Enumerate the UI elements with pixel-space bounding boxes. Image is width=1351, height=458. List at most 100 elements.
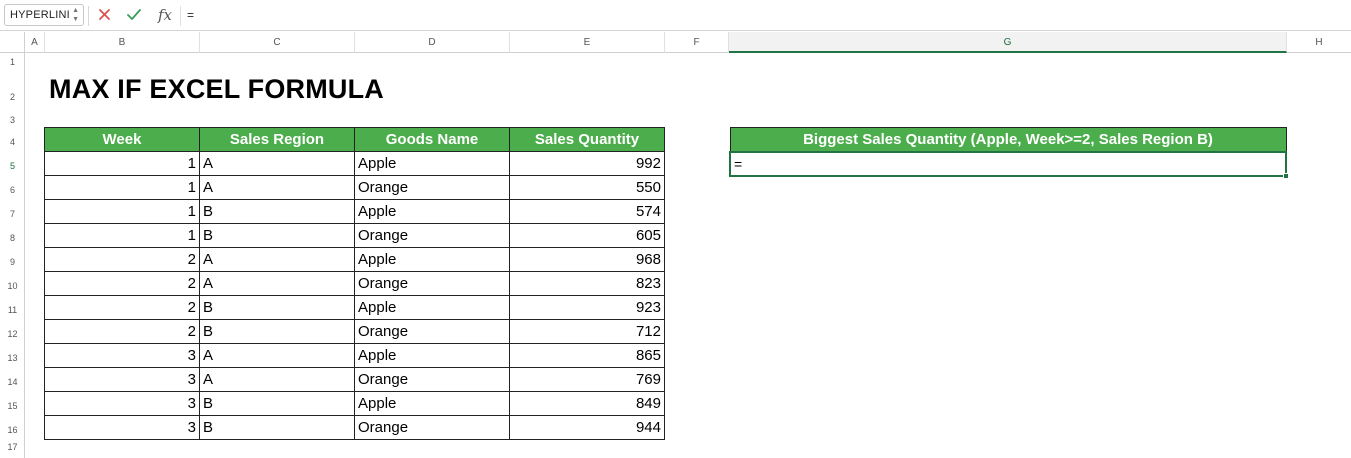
table-row: 3 A Apple 865 (44, 343, 665, 368)
row-header[interactable]: 14 (0, 377, 25, 387)
cell-week[interactable]: 2 (44, 295, 200, 320)
cell-quantity[interactable]: 574 (509, 199, 665, 224)
cell-goods[interactable]: Orange (354, 175, 510, 200)
column-header-b[interactable]: B (45, 32, 200, 53)
x-icon (99, 9, 110, 20)
fx-icon[interactable]: fx (154, 5, 176, 25)
column-header-a[interactable]: A (25, 32, 45, 53)
row-header[interactable]: 6 (0, 185, 25, 195)
cell-quantity[interactable]: 849 (509, 391, 665, 416)
name-box-stepper-icon[interactable]: ▲ ▼ (72, 6, 79, 24)
result-cell-active[interactable]: = (729, 150, 1289, 179)
row-header[interactable]: 9 (0, 257, 25, 267)
cell-goods[interactable]: Apple (354, 343, 510, 368)
row-header[interactable]: 13 (0, 353, 25, 363)
column-header-c[interactable]: C (200, 32, 355, 53)
row-header[interactable]: 2 (0, 92, 25, 102)
cell-quantity[interactable]: 865 (509, 343, 665, 368)
row-header[interactable]: 7 (0, 209, 25, 219)
check-icon (127, 9, 141, 20)
row-header[interactable]: 5 (0, 161, 25, 171)
row-header[interactable]: 8 (0, 233, 25, 243)
cell-region[interactable]: B (199, 199, 355, 224)
header-sales-quantity[interactable]: Sales Quantity (509, 127, 665, 152)
cell-region[interactable]: B (199, 319, 355, 344)
cell-region[interactable]: B (199, 415, 355, 440)
cell-week[interactable]: 2 (44, 247, 200, 272)
cell-goods[interactable]: Apple (354, 295, 510, 320)
cell-goods[interactable]: Orange (354, 319, 510, 344)
cell-week[interactable]: 3 (44, 343, 200, 368)
cell-goods[interactable]: Orange (354, 367, 510, 392)
cell-goods[interactable]: Orange (354, 223, 510, 248)
result-table: Biggest Sales Quantity (Apple, Week>=2, … (729, 127, 1289, 179)
cancel-button[interactable] (96, 5, 114, 25)
table-header-row: Week Sales Region Goods Name Sales Quant… (44, 127, 665, 152)
cell-region[interactable]: A (199, 175, 355, 200)
column-header-f[interactable]: F (665, 32, 729, 53)
column-header-g[interactable]: G (729, 32, 1287, 53)
cell-week[interactable]: 1 (44, 175, 200, 200)
cell-goods[interactable]: Apple (354, 391, 510, 416)
row-header[interactable]: 3 (0, 115, 25, 125)
table-row: 3 B Orange 944 (44, 415, 665, 440)
cell-region[interactable]: A (199, 271, 355, 296)
row-header[interactable]: 11 (0, 305, 25, 315)
cell-quantity[interactable]: 992 (509, 151, 665, 176)
cell-quantity[interactable]: 605 (509, 223, 665, 248)
header-sales-region[interactable]: Sales Region (199, 127, 355, 152)
cell-quantity[interactable]: 550 (509, 175, 665, 200)
cell-week[interactable]: 3 (44, 391, 200, 416)
table-row: 1 A Orange 550 (44, 175, 665, 200)
row-header[interactable]: 17 (0, 442, 25, 452)
cell-goods[interactable]: Apple (354, 199, 510, 224)
column-header-e[interactable]: E (510, 32, 665, 53)
cell-region[interactable]: A (199, 151, 355, 176)
header-week[interactable]: Week (44, 127, 200, 152)
cell-quantity[interactable]: 769 (509, 367, 665, 392)
cell-week[interactable]: 2 (44, 271, 200, 296)
cell-week[interactable]: 2 (44, 319, 200, 344)
row-header[interactable]: 4 (0, 137, 25, 147)
row-header[interactable]: 16 (0, 425, 25, 435)
formula-bar-divider (180, 6, 181, 26)
cell-region[interactable]: B (199, 295, 355, 320)
formula-bar: HYPERLINI ▲ ▼ fx = (0, 0, 1351, 31)
cell-goods[interactable]: Orange (354, 415, 510, 440)
cell-region[interactable]: A (199, 343, 355, 368)
result-header[interactable]: Biggest Sales Quantity (Apple, Week>=2, … (729, 127, 1287, 152)
cell-quantity[interactable]: 823 (509, 271, 665, 296)
cell-week[interactable]: 3 (44, 415, 200, 440)
sales-table: Week Sales Region Goods Name Sales Quant… (44, 127, 665, 440)
table-row: 1 A Apple 992 (44, 151, 665, 176)
row-header[interactable]: 15 (0, 401, 25, 411)
column-header-d[interactable]: D (355, 32, 510, 53)
cell-week[interactable]: 1 (44, 199, 200, 224)
cell-region[interactable]: B (199, 391, 355, 416)
cell-quantity[interactable]: 968 (509, 247, 665, 272)
row-header[interactable]: 10 (0, 281, 25, 291)
cell-region[interactable]: B (199, 223, 355, 248)
cell-region[interactable]: A (199, 367, 355, 392)
cell-goods[interactable]: Orange (354, 271, 510, 296)
row-header[interactable]: 1 (0, 57, 25, 67)
header-goods-name[interactable]: Goods Name (354, 127, 510, 152)
name-box[interactable]: HYPERLINI ▲ ▼ (4, 4, 84, 26)
cell-week[interactable]: 3 (44, 367, 200, 392)
row-header[interactable]: 12 (0, 329, 25, 339)
cell-quantity[interactable]: 712 (509, 319, 665, 344)
cell-region[interactable]: A (199, 247, 355, 272)
table-row: 2 B Apple 923 (44, 295, 665, 320)
column-header-h[interactable]: H (1287, 32, 1351, 53)
cell-goods[interactable]: Apple (354, 151, 510, 176)
cell-week[interactable]: 1 (44, 151, 200, 176)
formula-input[interactable]: = (187, 8, 194, 22)
table-row: 1 B Apple 574 (44, 199, 665, 224)
cell-quantity[interactable]: 923 (509, 295, 665, 320)
cell-goods[interactable]: Apple (354, 247, 510, 272)
select-all-corner[interactable] (0, 32, 25, 53)
cell-week[interactable]: 1 (44, 223, 200, 248)
enter-button[interactable] (125, 5, 143, 25)
cell-quantity[interactable]: 944 (509, 415, 665, 440)
fill-handle[interactable] (1283, 172, 1289, 179)
